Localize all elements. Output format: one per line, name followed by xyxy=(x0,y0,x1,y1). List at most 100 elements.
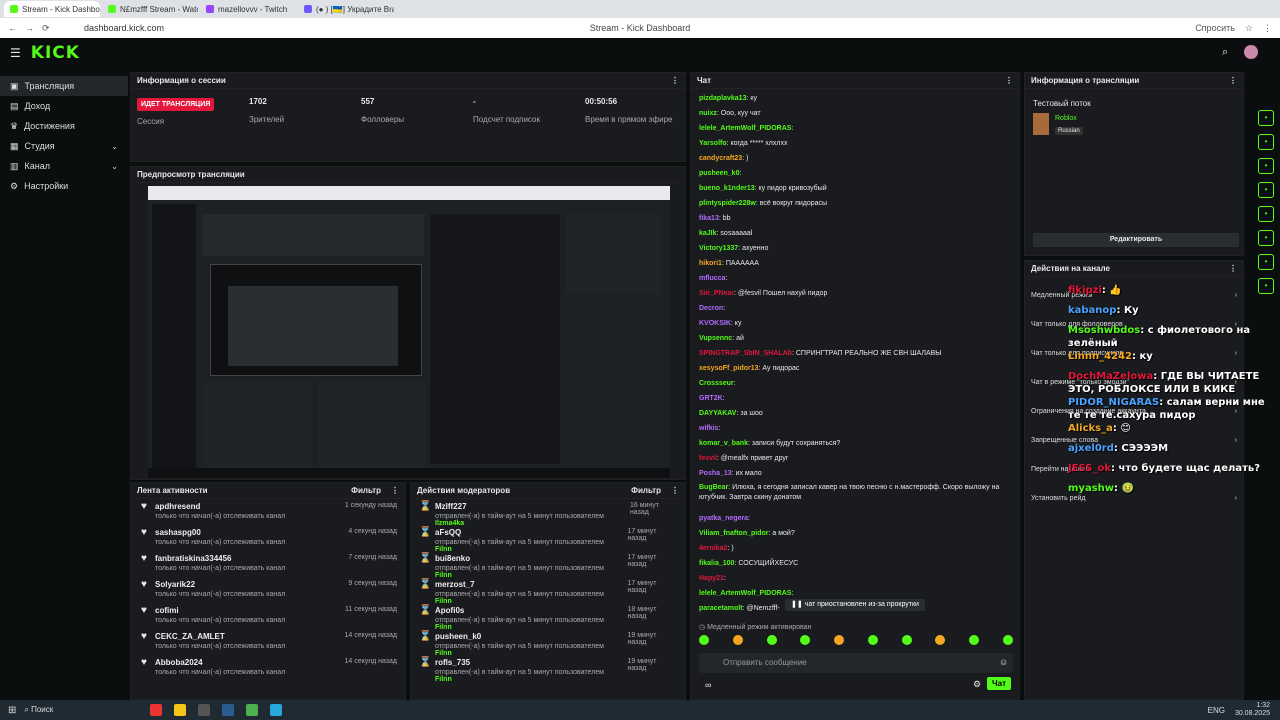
steam-icon[interactable] xyxy=(222,704,235,716)
chat-username[interactable]: nuixz xyxy=(699,110,717,117)
chat-username[interactable]: mflucca xyxy=(699,275,725,282)
mod-action-user[interactable]: rofls_735 xyxy=(435,658,621,667)
sidebar-item[interactable]: ▤ Доход xyxy=(0,96,128,116)
more-icon[interactable]: ⋮ xyxy=(671,486,679,495)
chat-username[interactable]: lelele_ArtemWolf_PIDORAS xyxy=(699,125,791,132)
chat-username[interactable]: Yarsolfo xyxy=(699,140,727,147)
stream-preview[interactable] xyxy=(148,186,670,478)
emote-icon[interactable] xyxy=(800,635,811,645)
chat-username[interactable]: plintyspider228w xyxy=(699,200,756,207)
chat-username[interactable]: Decron xyxy=(699,305,723,312)
chat-username[interactable]: Sin_PNear xyxy=(699,290,734,297)
card-icon[interactable]: • xyxy=(1258,182,1274,198)
chat-username[interactable]: komar_v_bank xyxy=(699,440,748,447)
moderator-name[interactable]: Filnn xyxy=(435,624,452,631)
chat-username[interactable]: bueno_k1nder13 xyxy=(699,185,755,192)
chat-username[interactable]: GRT2K xyxy=(699,395,723,402)
lang-indicator[interactable]: ENG xyxy=(1208,706,1225,715)
hamburger-icon[interactable]: ☰ xyxy=(10,46,21,60)
chat-username[interactable]: candycraft23 xyxy=(699,155,742,162)
sidebar-item[interactable]: ⚙ Настройки xyxy=(0,176,128,196)
chat-username[interactable]: xesysoFf_pidor13 xyxy=(699,365,759,372)
search-icon[interactable]: ⌕ xyxy=(1222,46,1228,59)
chat-username[interactable]: hikori1 xyxy=(699,260,722,267)
more-icon[interactable]: ⋮ xyxy=(1005,76,1013,85)
activity-user[interactable]: CEKC_ZA_AMLET xyxy=(155,632,285,641)
pencil-icon[interactable]: • xyxy=(1258,110,1274,126)
chat-username[interactable]: Victory1337 xyxy=(699,245,738,252)
browser-tab[interactable]: mazellovvv - Twitch xyxy=(200,1,296,17)
sidebar-item[interactable]: ♛ Достижения xyxy=(0,116,128,136)
chat-username[interactable]: BugBear xyxy=(699,484,728,491)
smile-icon[interactable]: ☺ xyxy=(999,657,1008,667)
emote-icon[interactable] xyxy=(901,635,912,645)
browser-tab[interactable]: N£mzfff Stream - Watch Li xyxy=(102,1,198,17)
activity-user[interactable]: cofimi xyxy=(155,606,285,615)
moderator-name[interactable]: Filnn xyxy=(435,676,452,683)
yandex-icon[interactable] xyxy=(150,704,163,716)
chat-username[interactable]: wifkis xyxy=(699,425,718,432)
star-icon[interactable]: ☆ xyxy=(1245,23,1253,34)
more-icon[interactable]: ⋮ xyxy=(1229,264,1237,273)
emote-icon[interactable] xyxy=(969,635,980,645)
folder-icon[interactable] xyxy=(174,704,187,716)
chat-icon[interactable]: • xyxy=(1258,206,1274,222)
moderator-name[interactable]: Filnn xyxy=(435,598,452,605)
moderator-name[interactable]: Filnn xyxy=(435,546,452,553)
chat-username[interactable]: kaJIk xyxy=(699,230,717,237)
edit-button[interactable]: Редактировать xyxy=(1033,233,1239,247)
chat-username[interactable]: fika13 xyxy=(699,215,719,222)
mod-action-user[interactable]: pusheen_k0 xyxy=(435,632,621,641)
category-name[interactable]: Roblox xyxy=(1055,115,1077,122)
windows-icon[interactable]: ⊞ xyxy=(8,705,16,716)
target-icon[interactable]: • xyxy=(1258,134,1274,150)
chat-username[interactable]: DAYYAKAV xyxy=(699,410,736,417)
chat-username[interactable]: 4ernika2 xyxy=(699,545,727,552)
sidebar-item[interactable]: ▥ Канал ⌄ xyxy=(0,156,128,176)
more-icon[interactable]: ⋮ xyxy=(671,76,679,85)
mod-action-user[interactable]: Mzlff227 xyxy=(435,502,624,511)
chat-username[interactable]: Posha_13 xyxy=(699,470,732,477)
chat-username[interactable]: Vupsennc xyxy=(699,335,732,342)
browser-tab[interactable]: Stream - Kick Dashboard xyxy=(4,1,100,17)
more-icon[interactable]: ⋮ xyxy=(1229,76,1237,85)
sidebar-item[interactable]: ▣ Трансляция xyxy=(0,76,128,96)
moderator-name[interactable]: Filnn xyxy=(435,572,452,579)
emote-icon[interactable] xyxy=(867,635,878,645)
emote-icon[interactable] xyxy=(935,635,946,645)
telegram-icon[interactable] xyxy=(270,704,283,716)
taskbar-search[interactable]: ⌕ Поиск xyxy=(24,705,144,715)
chat-username[interactable]: KVOKSIK xyxy=(699,320,731,327)
emote-icon[interactable] xyxy=(834,635,845,645)
activity-user[interactable]: apdhresend xyxy=(155,502,285,511)
chat-username[interactable]: pizdaplavka13 xyxy=(699,95,746,102)
chat-username[interactable]: pusheen_k0 xyxy=(699,170,739,177)
activity-filter[interactable]: Фильтр xyxy=(351,486,381,495)
chat-username[interactable]: Crossseur xyxy=(699,380,734,387)
chat-username[interactable]: SPINGTRAP_SbIN_SHALAb xyxy=(699,350,792,357)
activity-user[interactable]: Abboba2024 xyxy=(155,658,285,667)
chat-paused-banner[interactable]: ❚❚ чат приостановлен из-за прокрутки xyxy=(785,599,925,611)
chat-username[interactable]: paracetamolt xyxy=(699,605,743,612)
radio-icon[interactable]: • xyxy=(1258,230,1274,246)
settings-gear-icon[interactable]: ⚙ xyxy=(973,679,981,690)
emote-icon[interactable] xyxy=(1002,635,1013,645)
bolt-icon[interactable]: • xyxy=(1258,158,1274,174)
chat-username[interactable]: pyatka_negera xyxy=(699,515,748,522)
chat-username[interactable]: Hapy21 xyxy=(699,575,724,582)
mod-action-user[interactable]: bui8enko xyxy=(435,554,621,563)
activity-user[interactable]: sashaspg00 xyxy=(155,528,285,537)
emote-icon[interactable] xyxy=(732,635,743,645)
moderator-name[interactable]: Ilzma4ka xyxy=(435,520,464,527)
chat-send-button[interactable]: Чат xyxy=(987,677,1011,690)
more-icon[interactable]: ⋮ xyxy=(391,486,399,495)
mod-action-user[interactable]: merzost_7 xyxy=(435,580,621,589)
sidebar-item[interactable]: ▦ Студия ⌄ xyxy=(0,136,128,156)
chat-username[interactable]: fesvil xyxy=(699,455,717,462)
moderator-name[interactable]: Filnn xyxy=(435,650,452,657)
avatar[interactable] xyxy=(1244,45,1258,59)
chat-username[interactable]: fikalia_100 xyxy=(699,560,734,567)
mod-filter[interactable]: Фильтр xyxy=(631,486,661,495)
chat-input[interactable]: Отправить сообщение xyxy=(699,653,1013,673)
activity-user[interactable]: fanbratiskina334456 xyxy=(155,554,285,563)
